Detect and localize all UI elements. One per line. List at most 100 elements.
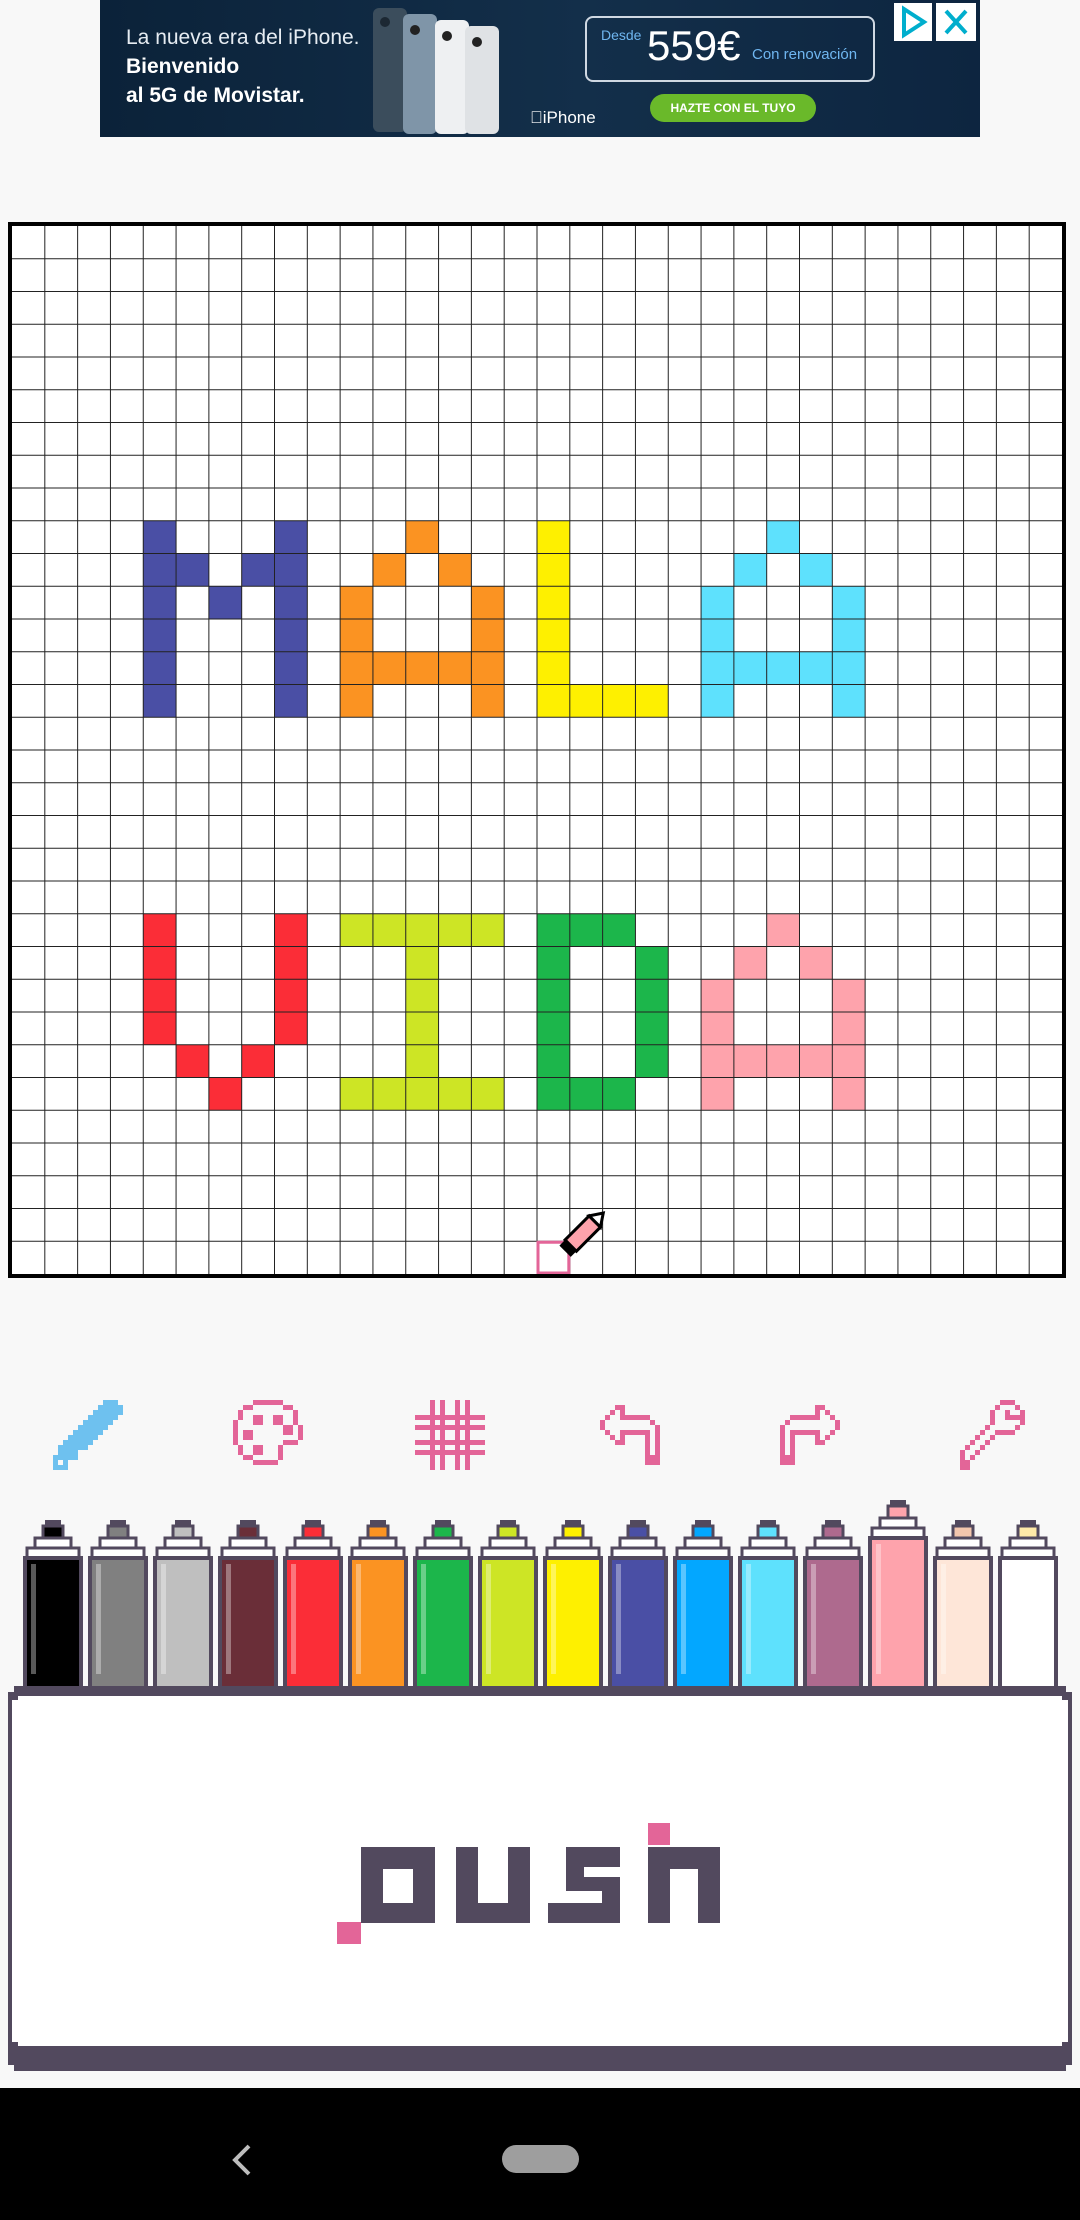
painted-pixel[interactable]: [405, 979, 439, 1012]
painted-pixel[interactable]: [471, 651, 505, 685]
painted-pixel[interactable]: [241, 553, 275, 587]
painted-pixel[interactable]: [602, 913, 636, 947]
color-swatch-12[interactable]: [803, 1520, 863, 1695]
adchoices-icon[interactable]: [894, 3, 932, 41]
color-swatch-3[interactable]: [218, 1520, 278, 1695]
painted-pixel[interactable]: [340, 651, 373, 685]
painted-pixel[interactable]: [405, 946, 439, 980]
painted-pixel[interactable]: [537, 1012, 570, 1045]
painted-pixel[interactable]: [405, 913, 439, 947]
painted-pixel[interactable]: [372, 913, 406, 947]
painted-pixel[interactable]: [274, 651, 308, 685]
painted-pixel[interactable]: [274, 586, 308, 619]
painted-pixel[interactable]: [701, 979, 734, 1012]
painted-pixel[interactable]: [143, 913, 177, 947]
painted-pixel[interactable]: [274, 553, 308, 587]
painted-pixel[interactable]: [274, 619, 308, 652]
painted-pixel[interactable]: [143, 684, 177, 718]
undo-button[interactable]: [590, 1395, 670, 1475]
painted-pixel[interactable]: [372, 651, 406, 685]
painted-pixel[interactable]: [799, 1044, 833, 1078]
painted-pixel[interactable]: [405, 1077, 439, 1111]
settings-button[interactable]: [950, 1395, 1030, 1475]
painted-pixel[interactable]: [537, 1077, 570, 1111]
color-swatch-1[interactable]: [88, 1520, 148, 1695]
painted-pixel[interactable]: [241, 1044, 275, 1078]
ad-close-icon[interactable]: [936, 3, 976, 41]
painted-pixel[interactable]: [537, 913, 570, 947]
painted-pixel[interactable]: [537, 979, 570, 1012]
painted-pixel[interactable]: [701, 619, 734, 652]
painted-pixel[interactable]: [143, 946, 177, 980]
redo-button[interactable]: [770, 1395, 850, 1475]
painted-pixel[interactable]: [372, 553, 406, 587]
nav-back-icon[interactable]: [222, 2140, 262, 2180]
painted-pixel[interactable]: [274, 1012, 308, 1045]
color-palette[interactable]: [0, 1500, 1080, 1692]
color-swatch-0[interactable]: [23, 1520, 83, 1695]
nav-home-pill[interactable]: [502, 2145, 579, 2173]
pencil-tool-button[interactable]: [48, 1395, 128, 1475]
painted-pixel[interactable]: [438, 913, 472, 947]
painted-pixel[interactable]: [701, 684, 734, 718]
pixel-grid[interactable]: [12, 226, 1062, 1274]
palette-tool-button[interactable]: [228, 1395, 308, 1475]
color-swatch-11[interactable]: [738, 1520, 798, 1695]
color-swatch-9[interactable]: [608, 1520, 668, 1695]
painted-pixel[interactable]: [537, 586, 570, 619]
painted-pixel[interactable]: [766, 913, 800, 947]
painted-pixel[interactable]: [537, 553, 570, 587]
painted-pixel[interactable]: [733, 1044, 767, 1078]
painted-pixel[interactable]: [340, 684, 373, 718]
painted-pixel[interactable]: [701, 1012, 734, 1045]
color-swatch-6[interactable]: [413, 1520, 473, 1695]
painted-pixel[interactable]: [143, 586, 177, 619]
painted-pixel[interactable]: [832, 651, 866, 685]
painted-pixel[interactable]: [832, 1012, 866, 1045]
painted-pixel[interactable]: [405, 651, 439, 685]
painted-pixel[interactable]: [274, 979, 308, 1012]
painted-pixel[interactable]: [438, 553, 472, 587]
painted-pixel[interactable]: [340, 913, 373, 947]
painted-pixel[interactable]: [471, 586, 505, 619]
painted-pixel[interactable]: [340, 619, 373, 652]
painted-pixel[interactable]: [701, 1077, 734, 1111]
painted-pixel[interactable]: [799, 651, 833, 685]
painted-pixel[interactable]: [832, 619, 866, 652]
painted-pixel[interactable]: [635, 1012, 669, 1045]
painted-pixel[interactable]: [471, 684, 505, 718]
painted-pixel[interactable]: [143, 619, 177, 652]
painted-pixel[interactable]: [405, 520, 439, 554]
painted-pixel[interactable]: [537, 684, 570, 718]
painted-pixel[interactable]: [799, 946, 833, 980]
painted-pixel[interactable]: [340, 586, 373, 619]
painted-pixel[interactable]: [405, 1044, 439, 1078]
color-swatch-7[interactable]: [478, 1520, 538, 1695]
painted-pixel[interactable]: [733, 651, 767, 685]
painted-pixel[interactable]: [832, 684, 866, 718]
painted-pixel[interactable]: [701, 651, 734, 685]
painted-pixel[interactable]: [471, 1077, 505, 1111]
painted-pixel[interactable]: [340, 1077, 373, 1111]
painted-pixel[interactable]: [143, 1012, 177, 1045]
painted-pixel[interactable]: [635, 1044, 669, 1078]
color-swatch-13[interactable]: [868, 1500, 928, 1695]
painted-pixel[interactable]: [569, 913, 603, 947]
color-swatch-15[interactable]: [998, 1520, 1058, 1695]
painted-pixel[interactable]: [208, 1077, 242, 1111]
painted-pixel[interactable]: [766, 520, 800, 554]
painted-pixel[interactable]: [569, 684, 603, 718]
painted-pixel[interactable]: [143, 651, 177, 685]
painted-pixel[interactable]: [537, 1044, 570, 1078]
painted-pixel[interactable]: [569, 1077, 603, 1111]
painted-pixel[interactable]: [799, 553, 833, 587]
painted-pixel[interactable]: [602, 684, 636, 718]
painted-pixel[interactable]: [208, 586, 242, 619]
color-swatch-2[interactable]: [153, 1520, 213, 1695]
color-swatch-5[interactable]: [348, 1520, 408, 1695]
painted-pixel[interactable]: [438, 651, 472, 685]
painted-pixel[interactable]: [832, 979, 866, 1012]
push-button[interactable]: push: [48, 1737, 1030, 2007]
painted-pixel[interactable]: [176, 1044, 209, 1078]
painted-pixel[interactable]: [635, 946, 669, 980]
